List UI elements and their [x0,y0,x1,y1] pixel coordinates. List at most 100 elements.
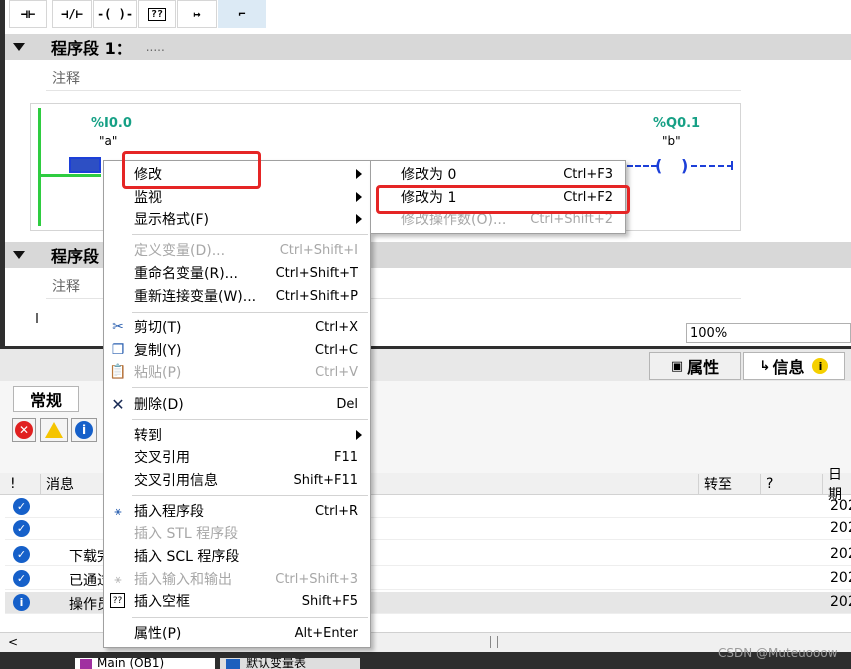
menu-item-rename-tag[interactable]: 重命名变量(R)... Ctrl+Shift+T [104,262,370,284]
menu-label: 插入空框 [134,594,190,610]
close-branch-button[interactable]: ⌐ [218,0,266,28]
col-severity[interactable]: ! [5,474,41,494]
network-2-rail-stub [36,313,38,323]
success-check-icon: ✓ [13,520,30,537]
error-icon: ✕ [15,421,33,439]
menu-shortcut: Alt+Enter [294,625,358,641]
menu-item-define-tag[interactable]: 定义变量(D)... Ctrl+Shift+I [104,239,370,261]
menu-label: 插入程序段 [134,504,204,520]
success-check-icon: ✓ [13,498,30,515]
info-tab-icon: ↳ [759,358,771,374]
menu-label: 交叉引用 [134,450,190,466]
menu-item-insert-empty-box[interactable]: ?? 插入空框 Shift+F5 [104,590,370,612]
menu-item-cross-reference-info[interactable]: 交叉引用信息 Shift+F11 [104,469,370,491]
taskbar-item-main-ob1[interactable]: Main (OB1) [75,658,215,669]
menu-item-delete[interactable]: ✕ 删除(D) Del [104,393,370,415]
menu-item-modify-to-0[interactable]: 修改为 0 Ctrl+F3 [371,163,625,185]
normally-open-contact-button[interactable]: ⊣⊢ [9,0,47,28]
menu-separator [132,617,368,618]
row-date: 202 [830,546,851,562]
tag-table-icon [226,659,240,669]
menu-item-cross-reference[interactable]: 交叉引用 F11 [104,446,370,468]
filter-warnings-button[interactable] [40,418,68,442]
menu-shortcut: Ctrl+R [314,503,358,519]
taskbar-item-tag-table[interactable]: 默认变量表 [220,658,360,669]
row-date: 202 [830,520,851,536]
menu-shortcut: F11 [333,449,358,465]
paste-icon: 📋 [109,364,127,380]
coil-address[interactable]: %Q0.1 [653,116,700,131]
menu-label: 定义变量(D)... [134,243,226,259]
network-1-header[interactable]: 程序段 1： ..... [5,34,851,60]
menu-item-monitor[interactable]: 监视 [104,186,370,208]
scroll-thumb-grip[interactable] [490,636,498,648]
menu-item-insert-scl-network[interactable]: 插入 SCL 程序段 [104,545,370,567]
submenu-arrow-icon [356,192,362,202]
menu-separator [132,312,368,313]
coil-symbol[interactable]: "b" [662,134,681,148]
scroll-left-arrow-icon[interactable]: < [8,635,18,649]
menu-item-insert-io[interactable]: ⚹ 插入输入和输出 Ctrl+Shift+3 [104,568,370,590]
menu-separator [132,495,368,496]
col-date[interactable]: 日期 [823,467,851,503]
success-check-icon: ✓ [13,546,30,563]
menu-separator [132,234,368,235]
empty-box-button[interactable]: ?? [138,0,176,28]
menu-item-rewire-tag[interactable]: 重新连接变量(W)... Ctrl+Shift+P [104,285,370,307]
power-flow-wire [41,174,101,177]
output-coil-button[interactable]: -( )- [93,0,137,28]
network-1-title-placeholder[interactable]: ..... [146,40,165,54]
filter-errors-button[interactable]: ✕ [12,418,36,442]
ob-block-icon [80,659,92,669]
highlight-box-modify [122,151,261,189]
coil-wire-right [691,165,733,167]
menu-shortcut: Ctrl+Shift+I [279,242,358,258]
tab-properties[interactable]: ▣ 属性 [649,352,741,380]
tab-general[interactable]: 常规 [13,386,79,412]
success-check-icon: ✓ [13,570,30,587]
menu-item-properties[interactable]: 属性(P) Alt+Enter [104,622,370,644]
info-row-icon: i [13,594,30,611]
network-1-comment[interactable]: 注释 [46,65,741,91]
tab-info[interactable]: ↳ 信息 i [743,352,845,380]
contact-symbol[interactable]: "a" [99,134,117,148]
row-date: 202 [830,498,851,514]
filter-info-button[interactable]: i [71,418,97,442]
menu-label: 转到 [134,428,162,444]
menu-item-paste[interactable]: 📋 粘贴(P) Ctrl+V [104,361,370,383]
collapse-triangle-icon[interactable] [13,43,25,51]
menu-label: 重新连接变量(W)... [134,289,257,305]
insert-io-icon: ⚹ [114,571,122,586]
col-help[interactable]: ? [761,474,823,494]
menu-item-goto[interactable]: 转到 [104,424,370,446]
menu-item-display-format[interactable]: 显示格式(F) [104,208,370,230]
menu-separator [132,419,368,420]
menu-shortcut: Shift+F5 [301,593,358,609]
copy-icon: ❐ [111,342,125,358]
zoom-field[interactable]: 100% [686,323,851,343]
menu-item-insert-network[interactable]: ⚹ 插入程序段 Ctrl+R [104,500,370,522]
col-goto[interactable]: 转至 [699,474,761,494]
contact-element[interactable] [69,157,101,173]
submenu-arrow-icon [356,430,362,440]
menu-shortcut: Del [336,396,358,412]
collapse-triangle-icon[interactable] [13,251,25,259]
menu-label: 属性(P) [134,626,182,642]
normally-closed-contact-button[interactable]: ⊣/⊢ [52,0,92,28]
open-branch-button[interactable]: ↦ [177,0,217,28]
network-2-title: 程序段 [51,247,100,266]
menu-item-cut[interactable]: ✂ 剪切(T) Ctrl+X [104,316,370,338]
menu-item-insert-stl-network[interactable]: 插入 STL 程序段 [104,522,370,544]
menu-label: 剪切(T) [134,320,182,336]
menu-shortcut: Ctrl+F3 [563,166,613,182]
scissors-icon: ✂ [112,319,124,335]
network-1-title: 程序段 1： [51,39,132,58]
contact-address[interactable]: %I0.0 [91,116,132,131]
menu-shortcut: Ctrl+C [314,342,358,358]
menu-shortcut: Shift+F11 [293,472,358,488]
watermark: CSDN @Muteuooow [718,646,838,660]
menu-item-copy[interactable]: ❐ 复制(Y) Ctrl+C [104,339,370,361]
empty-box-icon: ?? [110,593,125,608]
menu-label: 修改为 0 [401,167,457,183]
info-yellow-icon: i [812,358,829,374]
